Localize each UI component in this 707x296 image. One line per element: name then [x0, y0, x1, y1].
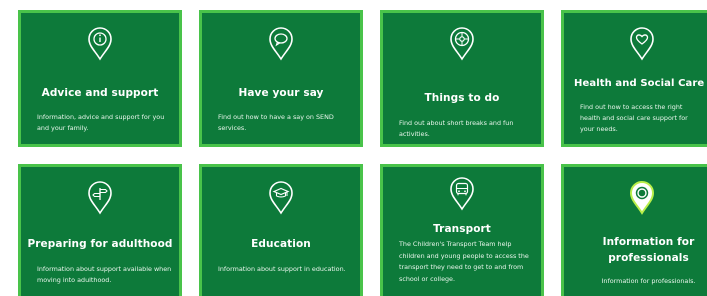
graduation-cap-icon [268, 181, 294, 215]
heart-icon [629, 27, 655, 61]
bus-icon [449, 177, 475, 211]
target-icon [629, 181, 655, 215]
card-description: Information, advice and support for you … [37, 113, 165, 132]
services-grid: Advice and support Information, advice a… [0, 0, 707, 296]
card-title: Transport [433, 223, 491, 235]
card-title: Advice and support [41, 87, 159, 99]
card-have-your-say[interactable]: Have your say Find out how to have a say… [199, 10, 363, 147]
card-description: Information for professionals. [601, 277, 696, 285]
card-description: Find out how to have a say on SEND servi… [218, 113, 334, 132]
card-title: Things to do [424, 92, 500, 104]
card-education[interactable]: Education Information about support in e… [199, 164, 363, 296]
card-things-to-do[interactable]: Things to do Find out about short breaks… [380, 10, 544, 147]
card-title: Have your say [238, 87, 324, 99]
card-description: The Children's Transport Team help child… [399, 240, 529, 283]
card-information-for-professionals[interactable]: Information for professionals Informatio… [561, 164, 707, 296]
card-title: Education [251, 238, 311, 250]
signpost-icon [87, 181, 113, 215]
card-title-line-1: Information for [602, 236, 695, 248]
card-advice-and-support[interactable]: Advice and support Information, advice a… [18, 10, 182, 147]
card-description: Find out about short breaks and fun acti… [399, 119, 514, 138]
card-description: Information about support available when… [37, 265, 172, 284]
speech-bubble-icon [268, 27, 294, 61]
card-title: Preparing for adulthood [27, 238, 173, 250]
card-title-line-2: professionals [608, 252, 689, 264]
card-title: Health and Social Care [574, 78, 705, 89]
card-preparing-for-adulthood[interactable]: Preparing for adulthood Information abou… [18, 164, 182, 296]
card-transport[interactable]: Transport The Children's Transport Team … [380, 164, 544, 296]
card-description: Find out how to access the right health … [580, 103, 688, 133]
card-description: Information about support in education. [218, 265, 346, 273]
card-health-and-social-care[interactable]: Health and Social Care Find out how to a… [561, 10, 707, 147]
ball-icon [449, 27, 475, 61]
info-icon [87, 27, 113, 61]
